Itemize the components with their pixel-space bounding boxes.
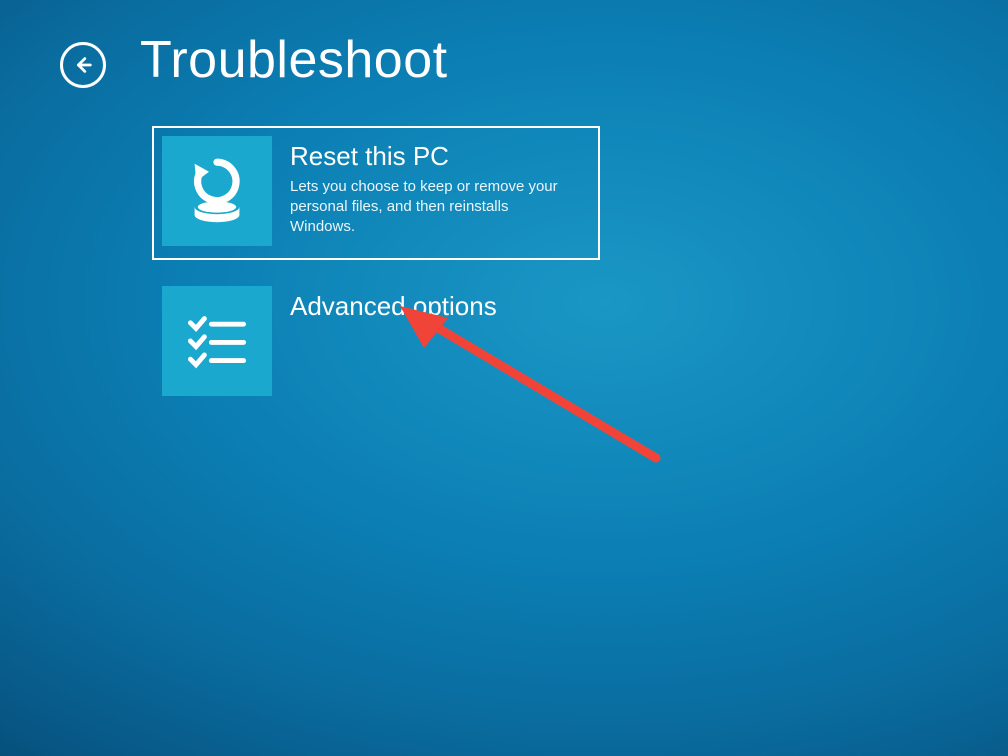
reset-icon	[162, 136, 272, 246]
back-button[interactable]	[60, 42, 106, 88]
options-list: Reset this PC Lets you choose to keep or…	[152, 126, 600, 410]
option-text: Advanced options	[272, 286, 586, 327]
option-advanced-options[interactable]: Advanced options	[152, 276, 600, 410]
option-reset-this-pc[interactable]: Reset this PC Lets you choose to keep or…	[152, 126, 600, 260]
checklist-icon	[162, 286, 272, 396]
header: Troubleshoot	[60, 30, 448, 90]
option-text: Reset this PC Lets you choose to keep or…	[272, 136, 586, 237]
option-title: Reset this PC	[290, 142, 586, 171]
page-title: Troubleshoot	[140, 30, 448, 90]
option-description: Lets you choose to keep or remove your p…	[290, 177, 570, 238]
option-title: Advanced options	[290, 292, 586, 321]
back-arrow-icon	[72, 54, 94, 76]
